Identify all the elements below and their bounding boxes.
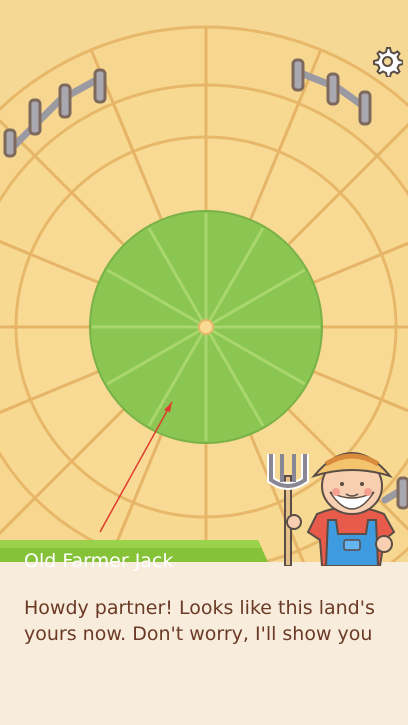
field-center xyxy=(198,319,214,335)
dialog-text: Howdy partner! Looks like this land's yo… xyxy=(24,597,375,645)
nameplate-highlight xyxy=(0,540,262,548)
gear-icon[interactable] xyxy=(371,45,403,77)
dialog-box[interactable]: Howdy partner! Looks like this land's yo… xyxy=(0,562,408,725)
farmer-character xyxy=(267,452,396,566)
pitchfork-icon xyxy=(267,454,309,566)
character-name: Old Farmer Jack xyxy=(24,550,174,572)
